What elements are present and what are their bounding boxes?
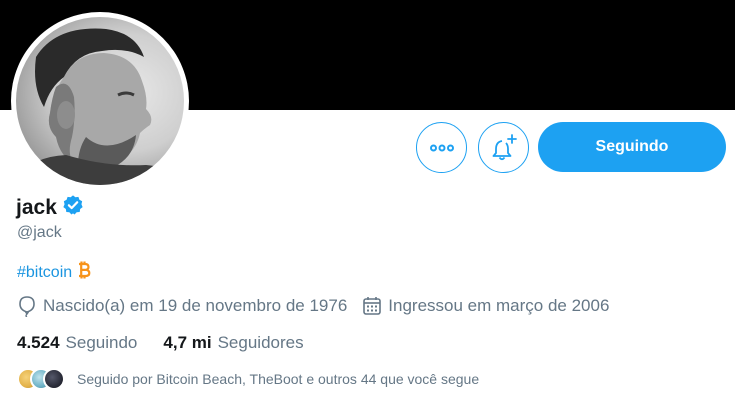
balloon-icon — [19, 296, 35, 317]
bitcoin-hashtag-link[interactable]: #bitcoin — [17, 264, 72, 282]
avatar-portrait-illustration — [16, 28, 184, 185]
avatar-photo — [16, 17, 184, 185]
followed-by-text: Seguido por Bitcoin Beach, TheBoot e out… — [77, 371, 480, 387]
following-button[interactable]: Seguindo — [538, 122, 726, 172]
more-icon — [429, 144, 454, 151]
followed-by-avatars — [17, 368, 65, 390]
following-count-link[interactable]: 4.524 Seguindo — [17, 333, 137, 353]
profile-avatar[interactable] — [11, 12, 189, 190]
profile-metadata: Nascido(a) em 19 de novembro de 1976 Ing… — [17, 295, 609, 317]
birth-date-item: Nascido(a) em 19 de novembro de 1976 — [17, 295, 347, 317]
bitcoin-icon — [75, 260, 91, 285]
followers-label: Seguidores — [217, 333, 304, 352]
profile-name-row: jack — [16, 194, 84, 221]
followers-count: 4,7 mi — [163, 333, 212, 352]
verified-badge-icon — [62, 194, 84, 221]
display-name: jack — [16, 195, 57, 219]
followed-by-row[interactable]: Seguido por Bitcoin Beach, TheBoot e out… — [17, 368, 479, 390]
following-count: 4.524 — [17, 333, 60, 352]
join-date-text: Ingressou em março de 2006 — [388, 296, 610, 315]
follow-stats: 4.524 Seguindo 4,7 mi Seguidores — [17, 333, 304, 353]
profile-bio: #bitcoin — [17, 260, 91, 285]
calendar-icon — [363, 297, 382, 315]
user-handle: @jack — [17, 224, 62, 241]
followers-count-link[interactable]: 4,7 mi Seguidores — [163, 333, 303, 353]
join-date-item: Ingressou em março de 2006 — [362, 296, 609, 316]
birth-date-text: Nascido(a) em 19 de novembro de 1976 — [43, 296, 348, 315]
following-label: Seguindo — [65, 333, 138, 352]
notifications-button[interactable] — [478, 122, 529, 173]
mini-avatar — [43, 368, 65, 390]
more-options-button[interactable] — [416, 122, 467, 173]
bell-plus-icon — [492, 133, 517, 160]
